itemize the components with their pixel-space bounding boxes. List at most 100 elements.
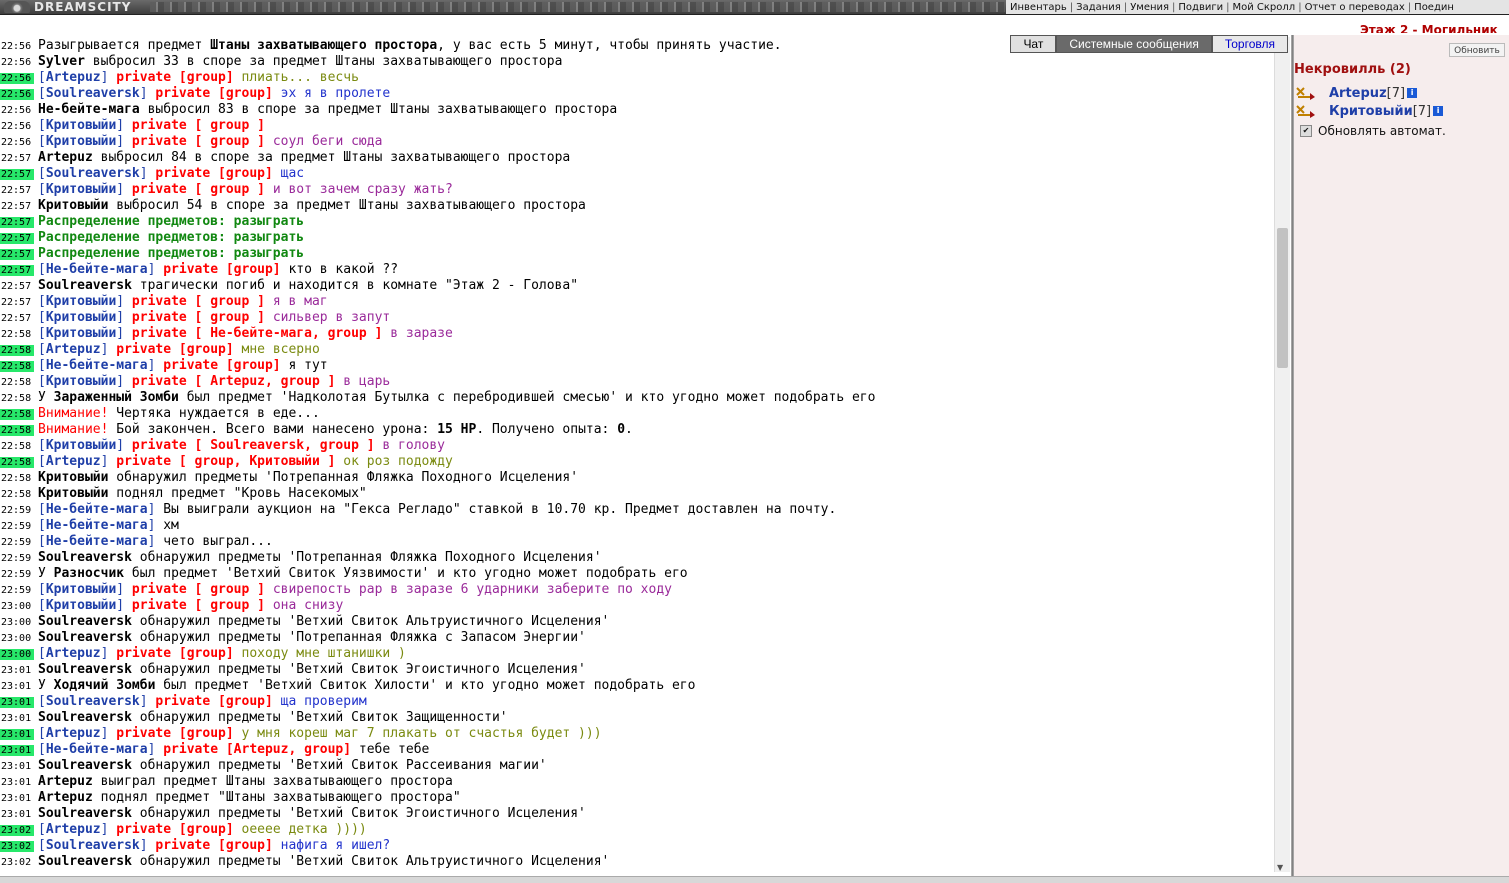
chat-nick[interactable]: Artepuz bbox=[46, 70, 101, 85]
chat-line: 22:57 Критовыйи выбросил 54 в споре за пр… bbox=[0, 198, 1272, 214]
auto-refresh-checkbox[interactable]: ✔ bbox=[1300, 125, 1312, 137]
chat-text: [ bbox=[38, 742, 46, 757]
timestamp[interactable]: 22:58 bbox=[0, 425, 34, 436]
chat-line: 22:58 Внимание! Чертяка нуждается в еде..… bbox=[0, 406, 1272, 422]
chat-line: 22:57 [Критовыйи] private [ group ] сильв… bbox=[0, 310, 1272, 326]
chat-nick[interactable]: Критовыйи bbox=[46, 598, 116, 613]
chat-text: был предмет 'Ветхий Свиток Хилости' и кт… bbox=[155, 678, 696, 693]
chat-text: она снизу bbox=[265, 598, 344, 613]
timestamp[interactable]: 23:01 bbox=[0, 745, 34, 756]
info-icon[interactable]: i bbox=[1407, 88, 1418, 98]
chat-nick[interactable]: Artepuz bbox=[46, 454, 101, 469]
refresh-button[interactable]: Обновить bbox=[1449, 43, 1505, 57]
timestamp[interactable]: 22:58 bbox=[0, 409, 34, 420]
chat-scrollbar[interactable]: ▲ ▼ bbox=[1274, 37, 1290, 872]
chat-nick[interactable]: Критовыйи bbox=[46, 582, 116, 597]
nav-item[interactable]: Поедин bbox=[1414, 2, 1454, 13]
timestamp[interactable]: 23:02 bbox=[0, 841, 34, 852]
chat-nick[interactable]: Критовыйи bbox=[46, 182, 116, 197]
chat-nick[interactable]: Soulreaversk bbox=[46, 838, 140, 853]
timestamp[interactable]: 22:58 bbox=[0, 361, 34, 372]
timestamp: 23:01 bbox=[1, 665, 32, 676]
chat-line: 22:57 [Не-бейте-мага] private [group] кто… bbox=[0, 262, 1272, 278]
chat-nick[interactable]: Soulreaversk bbox=[46, 86, 140, 101]
chat-text: я в маг bbox=[265, 294, 328, 309]
chat-text: [ bbox=[38, 118, 46, 133]
chat-text: Зараженный Зомби bbox=[53, 390, 179, 405]
chat-text: обнаружил предметы 'Ветхий Свиток Защище… bbox=[131, 710, 508, 725]
chat-line: 22:58 Критовыйи поднял предмет "Кровь Нас… bbox=[0, 486, 1272, 502]
chat-nick[interactable]: Artepuz bbox=[46, 726, 101, 741]
crossed-swords-arrow-icon[interactable] bbox=[1296, 104, 1316, 118]
chat-text: private [ group ] bbox=[124, 182, 265, 197]
chat-text: был предмет 'Надколотая Бутылка с перебр… bbox=[178, 390, 876, 405]
crossed-swords-arrow-icon[interactable] bbox=[1296, 86, 1316, 100]
chat-text: Внимание! bbox=[38, 406, 109, 421]
nav-item[interactable]: Отчет о переводах bbox=[1305, 2, 1405, 13]
nav-item[interactable]: Инвентарь bbox=[1010, 2, 1067, 13]
timestamp[interactable]: 22:57 bbox=[0, 169, 34, 180]
nav-item[interactable]: Мой Скролл bbox=[1232, 2, 1295, 13]
timestamp[interactable]: 22:57 bbox=[0, 249, 34, 260]
chat-nick[interactable]: Критовыйи bbox=[46, 134, 116, 149]
chat-nick[interactable]: Не-бейте-мага bbox=[46, 502, 148, 517]
timestamp[interactable]: 22:58 bbox=[0, 457, 34, 468]
chat-nick[interactable]: Artepuz bbox=[46, 342, 101, 357]
nav-separator: | bbox=[1123, 1, 1128, 13]
chat-nick[interactable]: Soulreaversk bbox=[46, 166, 140, 181]
chat-text: ] bbox=[139, 166, 148, 181]
timestamp[interactable]: 22:58 bbox=[0, 345, 34, 356]
chat-nick[interactable]: Критовыйи bbox=[46, 374, 116, 389]
chat-nick[interactable]: Критовыйи bbox=[46, 326, 116, 341]
scrollbar-thumb[interactable] bbox=[1277, 228, 1288, 368]
chat-text: Soulreaversk bbox=[38, 854, 132, 869]
timestamp[interactable]: 22:57 bbox=[0, 233, 34, 244]
chat-text: выбросил 83 в споре за предмет Штаны зах… bbox=[139, 102, 618, 117]
chat-text: [ bbox=[38, 598, 46, 613]
timestamp: 23:01 bbox=[1, 713, 32, 724]
timestamp[interactable]: 23:01 bbox=[0, 729, 34, 740]
chat-nick[interactable]: Не-бейте-мага bbox=[46, 262, 148, 277]
chat-nick[interactable]: Критовыйи bbox=[46, 118, 116, 133]
timestamp[interactable]: 22:57 bbox=[0, 265, 34, 276]
auto-refresh-toggle[interactable]: ✔ Обновлять автомат. bbox=[1300, 124, 1446, 138]
chat-line: 22:58 Внимание! Бой закончен. Всего вами … bbox=[0, 422, 1272, 438]
timestamp[interactable]: 23:01 bbox=[0, 697, 34, 708]
chat-nick[interactable]: Не-бейте-мага bbox=[46, 534, 148, 549]
chat-nick[interactable]: Не-бейте-мага bbox=[46, 518, 148, 533]
player-name[interactable]: Artepuz bbox=[1329, 86, 1387, 101]
nav-item[interactable]: Умения bbox=[1130, 2, 1169, 13]
tab-trade[interactable]: Торговля bbox=[1211, 35, 1288, 53]
chat-text: private [group] bbox=[155, 358, 281, 373]
timestamp[interactable]: 23:02 bbox=[0, 825, 34, 836]
scroll-down-icon[interactable]: ▼ bbox=[1277, 863, 1283, 872]
timestamp[interactable]: 22:56 bbox=[0, 73, 34, 84]
tab-system-messages[interactable]: Системные сообщения bbox=[1056, 35, 1212, 53]
chat-text: private [ Artepuz, group ] bbox=[124, 374, 336, 389]
chat-nick[interactable]: Artepuz bbox=[46, 646, 101, 661]
timestamp: 23:00 bbox=[1, 601, 32, 612]
timestamp[interactable]: 22:56 bbox=[0, 89, 34, 100]
tab-chat[interactable]: Чат bbox=[1010, 35, 1057, 53]
chat-nick[interactable]: Критовыйи bbox=[46, 310, 116, 325]
chat-nick[interactable]: Не-бейте-мага bbox=[46, 742, 148, 757]
chat-text: Soulreaversk bbox=[38, 614, 132, 629]
chat-text: private [ group ] bbox=[124, 310, 265, 325]
nav-item[interactable]: Подвиги bbox=[1178, 2, 1223, 13]
chat-nick[interactable]: Artepuz bbox=[46, 822, 101, 837]
chat-text: Критовыйи bbox=[38, 198, 109, 213]
player-name[interactable]: Критовыйи bbox=[1329, 104, 1413, 119]
timestamp: 22:59 bbox=[1, 569, 32, 580]
timestamp[interactable]: 22:57 bbox=[0, 217, 34, 228]
info-icon[interactable]: i bbox=[1433, 106, 1444, 116]
chat-text: ] bbox=[116, 182, 125, 197]
chat-nick[interactable]: Soulreaversk bbox=[46, 694, 140, 709]
chat-text: Ходячий Зомби bbox=[53, 678, 156, 693]
location-title: Этаж 2 - Могильник bbox=[1360, 23, 1498, 33]
chat-nick[interactable]: Критовыйи bbox=[46, 294, 116, 309]
nav-item[interactable]: Задания bbox=[1076, 2, 1121, 13]
chat-text: Разносчик bbox=[53, 566, 125, 581]
chat-nick[interactable]: Не-бейте-мага bbox=[46, 358, 148, 373]
chat-nick[interactable]: Критовыйи bbox=[46, 438, 116, 453]
timestamp[interactable]: 23:00 bbox=[0, 649, 34, 660]
